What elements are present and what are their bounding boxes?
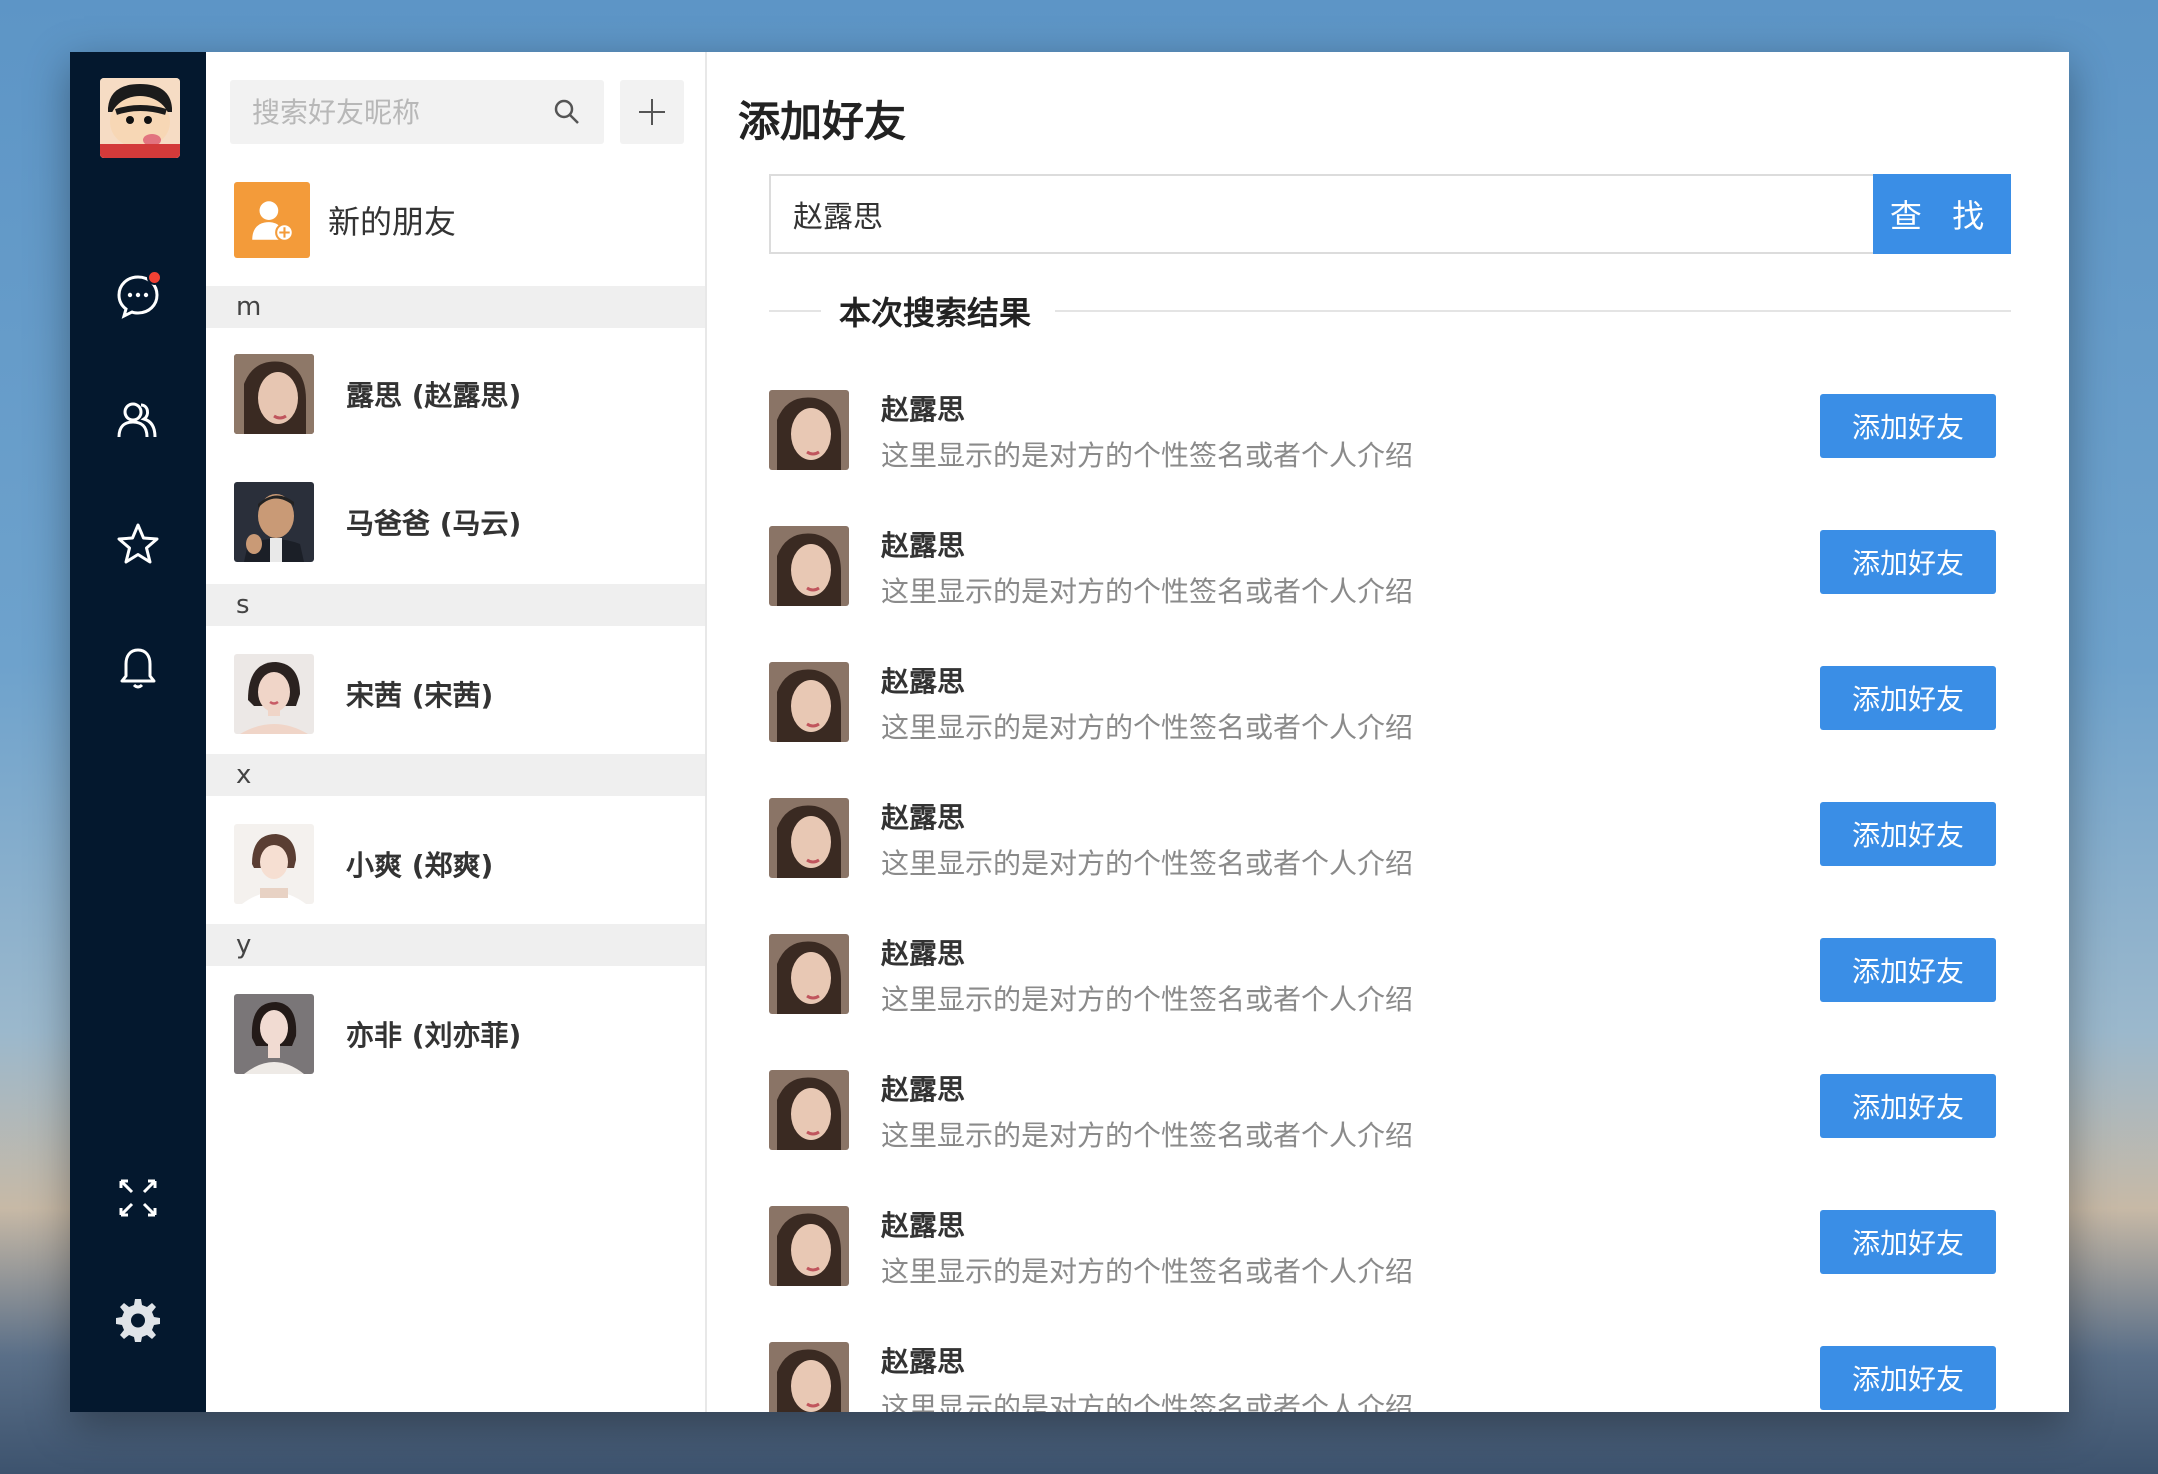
result-signature: 这里显示的是对方的个性签名或者个人介绍 [881,1391,1414,1412]
group-header-s: s [206,584,705,626]
divider-left [769,310,821,312]
fullscreen-button[interactable] [98,1158,178,1238]
new-friends-entry[interactable]: 新的朋友 [234,182,456,258]
result-name: 赵露思 [881,665,966,698]
friend-search-input[interactable] [769,174,1873,254]
result-avatar [769,934,849,1014]
result-avatar [769,526,849,606]
contact-item[interactable]: 亦非 (刘亦菲) [234,994,521,1074]
result-signature: 这里显示的是对方的个性签名或者个人介绍 [881,1119,1414,1152]
result-row: 赵露思 这里显示的是对方的个性签名或者个人介绍 添加好友 [769,932,2011,1032]
group-header-y: y [206,924,705,966]
contacts-panel: 新的朋友 m 露思 (赵露思) 马爸爸 (马云) s 宋茜 (宋茜) x [206,52,707,1412]
page-title: 添加好友 [738,97,907,146]
contact-item[interactable]: 宋茜 (宋茜) [234,654,493,734]
result-name: 赵露思 [881,1345,966,1378]
result-avatar [769,1342,849,1412]
find-button[interactable]: 查 找 [1873,174,2011,254]
fullscreen-icon [119,1179,157,1217]
result-name: 赵露思 [881,937,966,970]
contact-avatar [234,994,314,1074]
result-row: 赵露思 这里显示的是对方的个性签名或者个人介绍 添加好友 [769,796,2011,896]
contacts-icon [117,402,157,438]
group-header-m: m [206,286,705,328]
contact-avatar [234,654,314,734]
settings-button[interactable] [98,1280,178,1360]
plus-icon [639,99,665,125]
result-row: 赵露思 这里显示的是对方的个性签名或者个人介绍 添加好友 [769,660,2011,760]
result-list: 赵露思 这里显示的是对方的个性签名或者个人介绍 添加好友 赵露思 这里显示的是对… [769,388,2011,1412]
result-row: 赵露思 这里显示的是对方的个性签名或者个人介绍 添加好友 [769,1204,2011,1304]
nav-favorites[interactable] [98,504,178,584]
add-friend-button[interactable]: 添加好友 [1820,530,1996,594]
add-friend-panel: 添加好友 查 找 本次搜索结果 赵露思 这里显示的是对方的个性签名或者个人介绍 … [707,52,2069,1412]
result-name: 赵露思 [881,529,966,562]
result-signature: 这里显示的是对方的个性签名或者个人介绍 [881,983,1414,1016]
nav-chat[interactable] [98,256,178,336]
result-signature: 这里显示的是对方的个性签名或者个人介绍 [881,1255,1414,1288]
divider-right [1055,310,2011,312]
result-avatar [769,1206,849,1286]
contact-item[interactable]: 小爽 (郑爽) [234,824,493,904]
result-signature: 这里显示的是对方的个性签名或者个人介绍 [881,439,1414,472]
add-friend-button[interactable]: 添加好友 [1820,1210,1996,1274]
result-name: 赵露思 [881,393,966,426]
result-name: 赵露思 [881,1209,966,1242]
add-friend-button[interactable]: 添加好友 [1820,1346,1996,1410]
nav-contacts[interactable] [98,380,178,460]
result-avatar [769,662,849,742]
result-signature: 这里显示的是对方的个性签名或者个人介绍 [881,711,1414,744]
contact-name: 马爸爸 (马云) [346,507,522,540]
result-avatar [769,798,849,878]
result-row: 赵露思 这里显示的是对方的个性签名或者个人介绍 添加好友 [769,1340,2011,1412]
result-name: 赵露思 [881,801,966,834]
result-avatar [769,1070,849,1150]
contact-search [230,80,604,144]
result-row: 赵露思 这里显示的是对方的个性签名或者个人介绍 添加好友 [769,388,2011,488]
result-row: 赵露思 这里显示的是对方的个性签名或者个人介绍 添加好友 [769,524,2011,624]
contact-name: 露思 (赵露思) [346,379,522,412]
contact-item[interactable]: 露思 (赵露思) [234,354,521,434]
results-heading: 本次搜索结果 [839,294,1032,332]
contact-name: 小爽 (郑爽) [346,849,494,882]
my-avatar[interactable] [100,78,180,158]
group-header-x: x [206,754,705,796]
result-signature: 这里显示的是对方的个性签名或者个人介绍 [881,847,1414,880]
star-icon [117,523,159,564]
sidebar-rail [70,52,206,1412]
result-avatar [769,390,849,470]
add-friend-button[interactable]: 添加好友 [1820,938,1996,1002]
new-friend-icon [234,182,310,258]
contact-item[interactable]: 马爸爸 (马云) [234,482,521,562]
contact-name: 宋茜 (宋茜) [346,679,494,712]
result-name: 赵露思 [881,1073,966,1106]
result-row: 赵露思 这里显示的是对方的个性签名或者个人介绍 添加好友 [769,1068,2011,1168]
add-friend-button[interactable]: 添加好友 [1820,666,1996,730]
add-contact-button[interactable] [620,80,684,144]
nav-notifications[interactable] [98,628,178,708]
gear-icon [116,1299,160,1342]
search-icon[interactable] [552,97,582,127]
contact-avatar [234,354,314,434]
contact-avatar [234,824,314,904]
contact-search-input[interactable] [230,80,530,144]
new-friends-label: 新的朋友 [328,203,457,241]
add-friend-button[interactable]: 添加好友 [1820,802,1996,866]
add-friend-button[interactable]: 添加好友 [1820,394,1996,458]
add-friend-button[interactable]: 添加好友 [1820,1074,1996,1138]
bell-icon [120,648,156,689]
result-signature: 这里显示的是对方的个性签名或者个人介绍 [881,575,1414,608]
unread-badge [147,270,162,285]
contact-avatar [234,482,314,562]
contact-name: 亦非 (刘亦菲) [346,1019,522,1052]
app-window: 新的朋友 m 露思 (赵露思) 马爸爸 (马云) s 宋茜 (宋茜) x [70,52,2069,1412]
